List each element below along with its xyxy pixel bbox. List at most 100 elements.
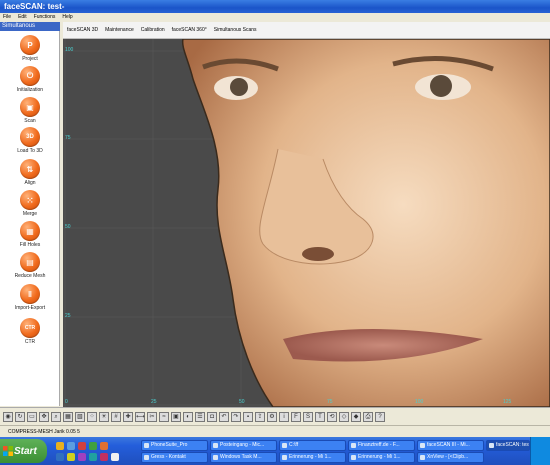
scan-button[interactable]: ▣ Scan: [0, 97, 60, 124]
mesh-tool-icon[interactable]: ▦: [63, 411, 73, 422]
help-tool-icon[interactable]: ?: [375, 411, 385, 422]
task-windows-task-manager[interactable]: Windows Task M...: [210, 452, 277, 463]
zoom-tool-icon[interactable]: ⌕: [51, 411, 61, 422]
task-erinnerung-1[interactable]: Erinnerung - Mi 1...: [279, 452, 346, 463]
grid-tool-icon[interactable]: #: [111, 411, 121, 422]
nav-facescan-3d[interactable]: faceSCAN 3D: [67, 27, 98, 33]
project-label: Project: [22, 56, 38, 62]
menu-edit[interactable]: Edit: [18, 13, 27, 22]
merge-icon: ⁙: [20, 190, 40, 210]
axis-tool-icon[interactable]: ✚: [123, 411, 133, 422]
reduce-mesh-label: Reduce Mesh: [14, 273, 46, 279]
import-export-button[interactable]: ‖ Import-Export: [0, 284, 60, 311]
task-posteingang[interactable]: Posteingang - Mic...: [210, 440, 277, 451]
undo-tool-icon[interactable]: ↶: [219, 411, 229, 422]
quicklaunch-icon-9[interactable]: [89, 453, 97, 461]
menu-bar: File Edit Functions Help: [0, 13, 550, 22]
shaded-tool-icon[interactable]: ◆: [351, 411, 361, 422]
scan-label: Scan: [24, 118, 36, 124]
task-facescan-test[interactable]: faceSCAN: test-: [486, 440, 530, 451]
x-tick-75: 75: [327, 399, 333, 405]
light-tool-icon[interactable]: ☀: [99, 411, 109, 422]
quicklaunch-icon-10[interactable]: [100, 453, 108, 461]
task-xnview[interactable]: XnView - [<Clipb...: [417, 452, 484, 463]
x-tick-50: 50: [239, 399, 245, 405]
x-tick-100: 100: [415, 399, 424, 405]
y-tick-50: 50: [65, 224, 71, 230]
align-button[interactable]: ⇅ Align: [0, 159, 60, 186]
task-finanztreff[interactable]: Finanztreff.de - F...: [348, 440, 415, 451]
nav-maintenance[interactable]: Maintenance: [105, 27, 134, 33]
reset-view-icon[interactable]: ⟲: [327, 411, 337, 422]
quicklaunch-icon-4[interactable]: [89, 442, 97, 450]
front-view-icon[interactable]: F: [291, 411, 301, 422]
texture-tool-icon[interactable]: ▧: [75, 411, 85, 422]
task-c-ff[interactable]: C:\ff: [279, 440, 346, 451]
nostril: [302, 247, 334, 261]
quicklaunch-icon-8[interactable]: [78, 453, 86, 461]
task-facescan-iii[interactable]: faceSCAN III - Mi...: [417, 440, 484, 451]
measure-tool-icon[interactable]: ⟷: [135, 411, 145, 422]
save-tool-icon[interactable]: ▪: [243, 411, 253, 422]
load-to-3d-button[interactable]: 3D Load To 3D: [0, 127, 60, 154]
smooth-tool-icon[interactable]: ≈: [159, 411, 169, 422]
ctr-icon: CTR: [20, 318, 40, 338]
fill-holes-label: Fill Holes: [19, 242, 41, 248]
task-phonesuite[interactable]: PhoneSuite_Pro: [141, 440, 208, 451]
ctr-label: CTR: [24, 339, 36, 345]
camera-tool-icon[interactable]: ◘: [207, 411, 217, 422]
quicklaunch-icon-3[interactable]: [78, 442, 86, 450]
merge-button[interactable]: ⁙ Merge: [0, 190, 60, 217]
export-tool-icon[interactable]: ⇪: [255, 411, 265, 422]
color-tool-icon[interactable]: ◐: [183, 411, 193, 422]
points-tool-icon[interactable]: ⁘: [87, 411, 97, 422]
face-scan-render: [63, 39, 550, 407]
info-tool-icon[interactable]: i: [279, 411, 289, 422]
3d-viewport[interactable]: 100 75 50 25 0 25 50 75 100 125: [63, 39, 550, 407]
align-label: Align: [24, 180, 36, 186]
layer-tool-icon[interactable]: ☰: [195, 411, 205, 422]
print-tool-icon[interactable]: ⎙: [363, 411, 373, 422]
side-view-icon[interactable]: S: [303, 411, 313, 422]
quicklaunch-icon-1[interactable]: [56, 442, 64, 450]
wireframe-tool-icon[interactable]: ◇: [339, 411, 349, 422]
quicklaunch-icon-7[interactable]: [67, 453, 75, 461]
start-button[interactable]: Start: [0, 439, 47, 463]
top-view-icon[interactable]: T: [315, 411, 325, 422]
import-export-label: Import-Export: [14, 305, 46, 311]
quicklaunch-icon-11[interactable]: [111, 453, 119, 461]
system-tray[interactable]: [530, 437, 550, 465]
nav-simultanous-scans[interactable]: Simultanous Scans: [214, 27, 257, 33]
reduce-mesh-button[interactable]: ▤ Reduce Mesh: [0, 252, 60, 279]
move-tool-icon[interactable]: ✥: [39, 411, 49, 422]
windows-taskbar: Start PhoneSuite_Pro Posteingang - Mic..…: [0, 437, 550, 465]
menu-help[interactable]: Help: [62, 13, 72, 22]
project-button[interactable]: P Project: [0, 35, 60, 62]
quicklaunch-icon-5[interactable]: [100, 442, 108, 450]
ctr-button[interactable]: CTR CTR: [0, 318, 60, 345]
redo-tool-icon[interactable]: ↷: [231, 411, 241, 422]
settings-tool-icon[interactable]: ⚙: [267, 411, 277, 422]
fill-holes-button[interactable]: ▦ Fill Holes: [0, 221, 60, 248]
load-3d-icon: 3D: [20, 127, 40, 147]
quicklaunch-icon-6[interactable]: [56, 453, 64, 461]
fill-tool-icon[interactable]: ▣: [171, 411, 181, 422]
menu-file[interactable]: File: [3, 13, 11, 22]
task-gress-kontakt[interactable]: Gress - Kontakt: [141, 452, 208, 463]
y-tick-75: 75: [65, 135, 71, 141]
task-erinnerung-2[interactable]: Erinnerung - Mi 1...: [348, 452, 415, 463]
tab-simultanous[interactable]: Simultanous: [0, 22, 60, 31]
y-tick-25: 25: [65, 313, 71, 319]
rotate-tool-icon[interactable]: ↻: [15, 411, 25, 422]
view-tool-icon[interactable]: ◉: [3, 411, 13, 422]
fill-holes-icon: ▦: [20, 221, 40, 241]
select-tool-icon[interactable]: ▭: [27, 411, 37, 422]
nav-calibration[interactable]: Calibration: [141, 27, 165, 33]
quicklaunch-icon-2[interactable]: [67, 442, 75, 450]
initialization-button[interactable]: ⏻ Initialization: [0, 66, 60, 93]
x-tick-25: 25: [151, 399, 157, 405]
menu-functions[interactable]: Functions: [34, 13, 56, 22]
reduce-mesh-icon: ▤: [20, 252, 40, 272]
cut-tool-icon[interactable]: ✂: [147, 411, 157, 422]
nav-facescan-360[interactable]: faceSCAN 360°: [172, 27, 207, 33]
